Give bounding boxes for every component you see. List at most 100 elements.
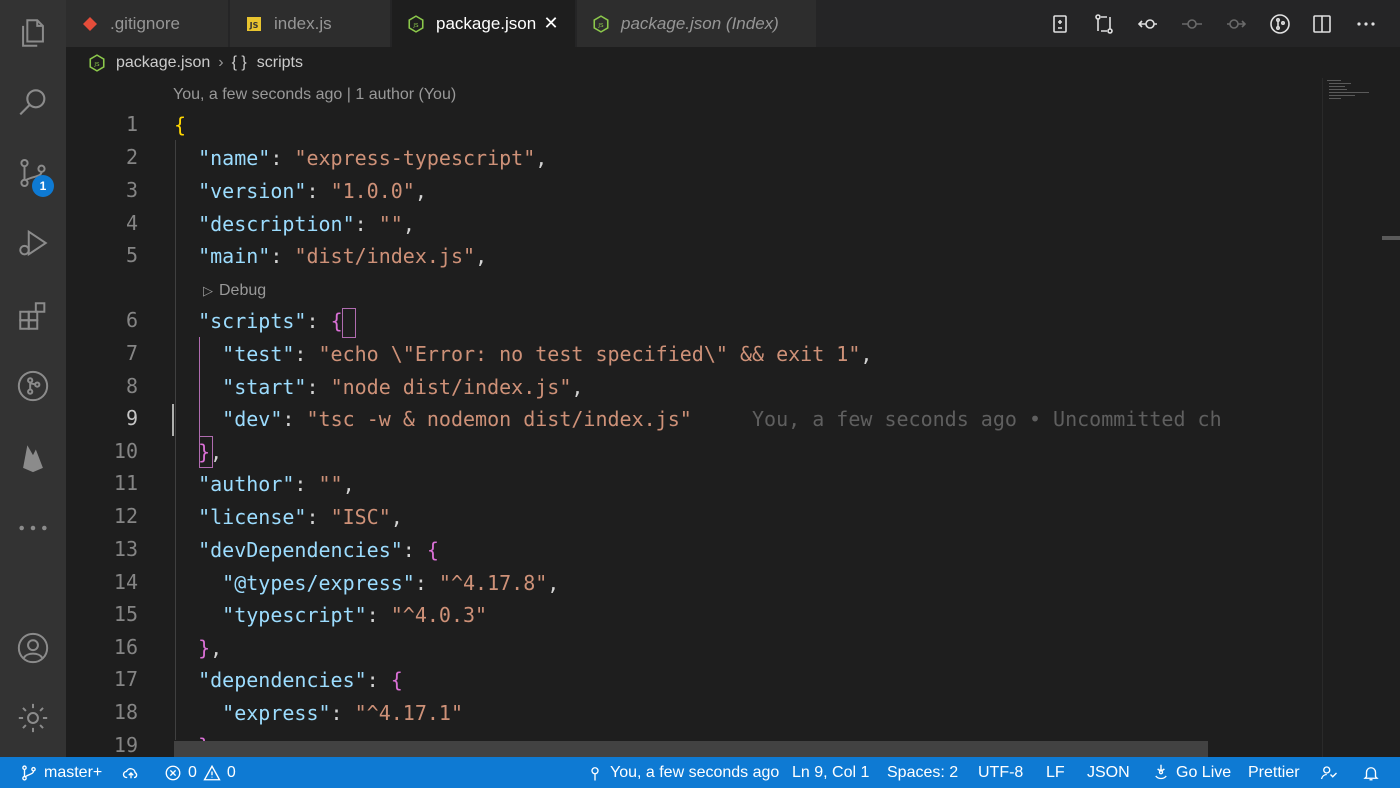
more-actions-button[interactable] — [1354, 12, 1378, 36]
json-key: "license" — [198, 505, 307, 529]
code-line[interactable]: "dependencies": { — [174, 664, 403, 696]
codelens-blame[interactable]: You, a few seconds ago | 1 author (You) — [173, 86, 456, 104]
svg-text:JS: JS — [249, 21, 259, 30]
commit-button[interactable] — [1180, 12, 1204, 36]
commit-icon — [1182, 19, 1202, 29]
status-branch[interactable]: master+ — [20, 757, 102, 788]
brace: } — [198, 440, 211, 464]
codelens-debug[interactable]: ▷ Debug — [203, 282, 266, 300]
code-line[interactable]: "version": "1.0.0", — [174, 175, 427, 207]
code-line[interactable]: "scripts": { — [174, 305, 343, 337]
code-line[interactable]: "typescript": "^4.0.3" — [174, 599, 487, 631]
json-key: "description" — [198, 212, 355, 236]
tab-package-json-index[interactable]: JS package.json (Index) — [577, 0, 817, 47]
feedback-icon — [1320, 765, 1337, 779]
status-prettier[interactable]: Prettier — [1248, 757, 1300, 788]
braces-icon: { } — [231, 54, 247, 71]
firebase-button[interactable] — [0, 430, 66, 486]
language-mode: JSON — [1087, 763, 1130, 781]
status-problems[interactable]: 0 0 — [164, 757, 236, 788]
json-key: "start" — [222, 375, 307, 399]
close-icon[interactable]: ✕ — [541, 13, 561, 33]
bracket-highlight — [342, 308, 356, 338]
branch-name: master+ — [44, 763, 103, 781]
status-golive[interactable]: Go Live — [1152, 757, 1231, 788]
tab-index-js[interactable]: JS index.js — [230, 0, 391, 47]
more-button[interactable] — [0, 500, 66, 556]
breadcrumb-file[interactable]: package.json — [116, 54, 210, 72]
gitlens-button[interactable] — [0, 358, 66, 414]
minimap[interactable] — [1322, 78, 1400, 758]
tab-label: index.js — [274, 13, 332, 33]
source-control-button[interactable] — [0, 145, 66, 201]
tab-package-json[interactable]: JS package.json ✕ — [392, 0, 576, 47]
line-number: 9 — [125, 406, 138, 430]
brace: } — [198, 636, 211, 660]
status-language[interactable]: JSON — [1087, 757, 1130, 788]
status-encoding[interactable]: UTF-8 — [978, 757, 1023, 788]
next-revision-button[interactable] — [1224, 12, 1248, 36]
status-feedback[interactable] — [1320, 757, 1344, 788]
json-value: "ISC" — [330, 505, 391, 529]
code-line[interactable]: { — [174, 109, 186, 141]
status-eol[interactable]: LF — [1046, 757, 1065, 788]
code-line[interactable]: "test": "echo \"Error: no test specified… — [174, 338, 872, 370]
code-line[interactable]: }, — [174, 632, 222, 664]
file-compare-icon — [1053, 15, 1067, 33]
text-cursor — [172, 404, 174, 436]
search-button[interactable] — [0, 75, 66, 131]
status-sync[interactable] — [122, 757, 146, 788]
json-value: "node dist/index.js" — [330, 375, 572, 399]
line-number: 11 — [113, 471, 138, 495]
code-line[interactable]: }, — [174, 436, 222, 468]
manage-button[interactable] — [0, 690, 66, 746]
json-value: "^4.17.8" — [438, 571, 548, 595]
status-cursor-position[interactable]: Ln 9, Col 1 — [792, 757, 869, 788]
code-line[interactable]: "author": "", — [174, 468, 355, 500]
split-editor-button[interactable] — [1310, 12, 1334, 36]
code-line[interactable]: "name": "express-typescript", — [174, 142, 547, 174]
code-line[interactable]: "description": "", — [174, 208, 415, 240]
json-value: "dist/index.js" — [294, 244, 476, 268]
tab-gitignore[interactable]: .gitignore — [66, 0, 229, 47]
code-line[interactable]: "devDependencies": { — [174, 534, 439, 566]
gitlens-actions-button[interactable] — [1268, 12, 1292, 36]
json-value: "echo \"Error: no test specified\" && ex… — [318, 342, 861, 366]
gitlens-icon — [17, 370, 49, 402]
svg-text:JS: JS — [597, 22, 604, 28]
code-line-current[interactable]: "dev": "tsc -w & nodemon dist/index.js" … — [174, 403, 1322, 435]
js-icon: JS — [244, 14, 264, 34]
code-line[interactable]: "license": "ISC", — [174, 501, 403, 533]
extensions-button[interactable] — [0, 288, 66, 344]
brace: { — [174, 113, 187, 137]
activity-bar: 1 — [0, 0, 66, 757]
code-line[interactable]: "start": "node dist/index.js", — [174, 371, 583, 403]
accounts-button[interactable] — [0, 620, 66, 676]
horizontal-scrollbar[interactable] — [174, 741, 1208, 757]
line-number: 14 — [113, 570, 138, 594]
run-debug-button[interactable] — [0, 215, 66, 271]
error-icon — [165, 765, 181, 780]
compare-button[interactable] — [1092, 12, 1116, 36]
tab-label: .gitignore — [110, 13, 180, 33]
explorer-button[interactable] — [0, 5, 66, 61]
ellipsis-icon — [19, 525, 47, 531]
status-bar: master+ 0 0 You, a few seconds ago Ln 9,… — [0, 757, 1400, 788]
breadcrumb-symbol[interactable]: scripts — [257, 54, 303, 72]
status-notifications[interactable] — [1362, 757, 1386, 788]
run-debug-icon — [19, 229, 48, 257]
previous-revision-button[interactable] — [1136, 12, 1160, 36]
error-count: 0 — [188, 763, 197, 781]
open-changes-button[interactable] — [1048, 12, 1072, 36]
debug-label: Debug — [219, 282, 267, 299]
line-number: 5 — [125, 243, 138, 267]
code-line[interactable]: "main": "dist/index.js", — [174, 240, 487, 272]
vertical-scrollbar[interactable] — [1382, 236, 1400, 240]
code-line[interactable]: "@types/express": "^4.17.8", — [174, 567, 559, 599]
blame-text: You, a few seconds ago — [610, 763, 780, 781]
line-number: 7 — [125, 341, 138, 365]
code-line[interactable]: "express": "^4.17.1" — [174, 697, 463, 729]
status-indentation[interactable]: Spaces: 2 — [887, 757, 958, 788]
cloud-upload-icon — [122, 767, 138, 778]
status-blame[interactable]: You, a few seconds ago — [586, 757, 779, 788]
